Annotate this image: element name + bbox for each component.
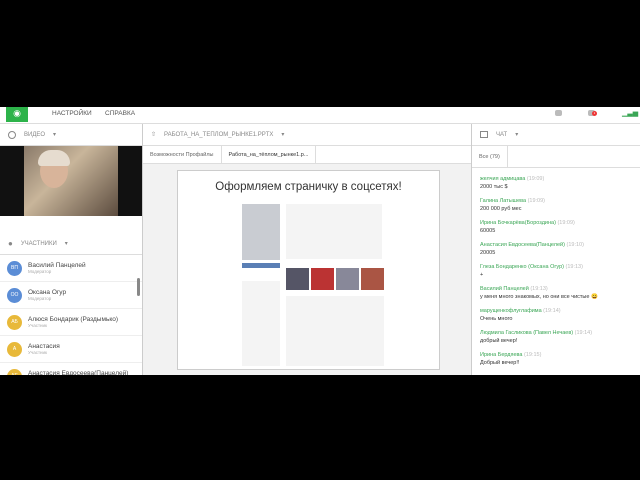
slide-title: Оформляем страничку в соцсетях! (215, 181, 402, 193)
chat-message: Анастасия Евдосеева(Панцелей) (19:10) 200… (472, 238, 640, 260)
chat-text: + (480, 272, 484, 278)
participant-item[interactable]: А Анастасия Участник (0, 336, 142, 363)
avatar: ОО (7, 287, 22, 303)
chevron-down-icon: ▾ (515, 132, 519, 138)
chat-header[interactable]: ЧАТ ▾ (472, 124, 640, 146)
chat-author: Глеза Бондаренко (Оксана Огур) (480, 264, 564, 270)
hand-icon[interactable] (555, 110, 562, 116)
participant-role: Модератор (28, 269, 52, 274)
tab-presentation[interactable]: Работа_на_тёплом_рынке1.р... (222, 146, 317, 163)
chat-text: Очень много (480, 316, 513, 322)
chat-author: Анастасия Евдосеева(Панцелей) (480, 242, 565, 248)
notification-badge: 1 (592, 111, 597, 116)
avatar: АБ (7, 314, 22, 330)
tab-features[interactable]: Возможности Профайлы (143, 146, 222, 163)
participant-name: Анастасия Евдосеева(Панцелей) (28, 370, 129, 375)
chat-author: Василий Панцелей (480, 286, 529, 292)
participants-header[interactable]: ● УЧАСТНИКИ ▾ (0, 233, 142, 255)
participant-name: Алюся Бондарик (Раздымько) (28, 316, 119, 323)
webcam-image (24, 146, 118, 216)
chat-author: Галина Латышева (480, 198, 527, 204)
menu-settings[interactable]: НАСТРОЙКИ (52, 110, 92, 118)
video-icon (8, 130, 16, 139)
chat-message: Глеза Бондаренко (Оксана Огур) (19:13) + (472, 260, 640, 282)
chat-time: (19:13) (565, 264, 583, 270)
chat-text: 60005 (480, 228, 496, 234)
presentation-title: РАБОТА_НА_ТЕПЛОМ_РЫНКЕ1.PPTX (164, 131, 274, 138)
logo-icon: ◉ (6, 107, 28, 122)
video-feed[interactable] (0, 146, 142, 216)
chat-author: Людмила Гасликова (Павел Нечаев) (480, 330, 574, 336)
chat-icon (480, 131, 488, 138)
participant-name: Василий Панцелей (28, 262, 86, 269)
avatar: А (7, 341, 22, 357)
app-window: ◉ НАСТРОЙКИ СПРАВКА 1 ▁▃▅ ВИДЕО ▾ ● УЧАСТН… (0, 107, 640, 375)
scrollbar[interactable] (137, 278, 140, 296)
presentation-header[interactable]: ⇧ РАБОТА_НА_ТЕПЛОМ_РЫНКЕ1.PPTX ▾ (143, 124, 471, 146)
participant-role: Участник (28, 323, 47, 328)
video-header[interactable]: ВИДЕО ▾ (0, 124, 142, 146)
chat-message: желчия адмицава (19:09) 2000 тыс $ (472, 172, 640, 194)
chat-author: Ирина Бердяева (480, 352, 523, 358)
chat-message: марущенкофлуглафима (19:14) Очень много (472, 304, 640, 326)
tab-chat-all[interactable]: Все (79) (472, 146, 508, 167)
participant-item[interactable]: ВП Василий Панцелей Модератор (0, 255, 142, 282)
chevron-down-icon: ▾ (64, 241, 68, 247)
upload-icon: ⇧ (151, 132, 157, 138)
chat-time: (19:14) (543, 308, 561, 314)
chat-message: Галина Латышева (19:09) 200 000 руб мес (472, 194, 640, 216)
avatar: ВП (7, 260, 22, 276)
chat-message: Василий Панцелей (19:13) у меня много зна… (472, 282, 640, 304)
chevron-down-icon: ▾ (281, 132, 285, 138)
chat-text: Добрый вечер!! (480, 360, 520, 366)
chat-time: (19:13) (530, 286, 548, 292)
slide: Оформляем страничку в соцсетях! (177, 170, 440, 370)
chat-text: 200 000 руб мес (480, 206, 522, 212)
chat-time: (19:09) (527, 198, 546, 204)
chevron-down-icon: ▾ (53, 132, 57, 138)
signal-icon: ▁▃▅ (622, 110, 639, 117)
chat-message: Людмила Гасликова (Павел Нечаев) (19:14)… (472, 326, 640, 348)
video-title: ВИДЕО (24, 131, 46, 138)
chat-message: Ирина Бочкарёва(Бороздина) (19:09) 60005 (472, 216, 640, 238)
chat-time: (19:10) (566, 242, 584, 248)
avatar: АЕ (7, 368, 22, 375)
participant-name: Оксана Огур (28, 289, 67, 296)
participants-list: ВП Василий Панцелей Модератор ОО Оксана Огур… (0, 255, 142, 375)
chat-time: (19:15) (524, 352, 542, 358)
chat-text: добрый вечер! (480, 338, 518, 344)
participant-role: Участник (28, 350, 47, 355)
participant-item[interactable]: АЕАнастасия Евдосеева(Панцелей)Участник (0, 363, 142, 375)
left-panel: ВИДЕО ▾ ● УЧАСТНИКИ ▾ ВП Василий Панцелей Мод… (0, 124, 143, 375)
chat-author: Ирина Бочкарёва(Бороздина) (480, 220, 556, 226)
chat-time: (19:09) (557, 220, 575, 226)
chat-time: (19:14) (574, 330, 593, 336)
chat-text: 20005 (480, 250, 496, 256)
chat-time: (19:09) (526, 176, 545, 182)
chat-text: у меня много знакомых, но они все чистые… (480, 294, 598, 300)
menu-help[interactable]: СПРАВКА (105, 110, 135, 118)
chat-title: ЧАТ (496, 131, 508, 138)
chat-author: марущенкофлуглафима (480, 308, 542, 314)
participant-item[interactable]: АБ Алюся Бондарик (Раздымько) Участник (0, 309, 142, 336)
participant-role: Модератор (28, 296, 52, 301)
chat-author: желчия адмицава (480, 176, 526, 182)
chat-text: 2000 тыс $ (480, 184, 508, 190)
top-bar: ◉ НАСТРОЙКИ СПРАВКА 1 ▁▃▅ (0, 107, 640, 124)
presentation-panel: ⇧ РАБОТА_НА_ТЕПЛОМ_РЫНКЕ1.PPTX ▾ Возможнос… (143, 124, 472, 375)
chat-message: Ирина Бердяева (19:15) Добрый вечер!! (472, 348, 640, 370)
chat-messages: желчия адмицава (19:09) 2000 тыс $ Галина … (472, 168, 640, 370)
participants-title: УЧАСТНИКИ (20, 240, 57, 247)
chat-panel: ЧАТ ▾ Все (79) желчия адмицава (19:09) 200… (472, 124, 640, 375)
participant-item[interactable]: ОО Оксана Огур Модератор (0, 282, 142, 309)
user-icon: ● (8, 239, 13, 248)
participant-name: Анастасия (28, 343, 60, 350)
